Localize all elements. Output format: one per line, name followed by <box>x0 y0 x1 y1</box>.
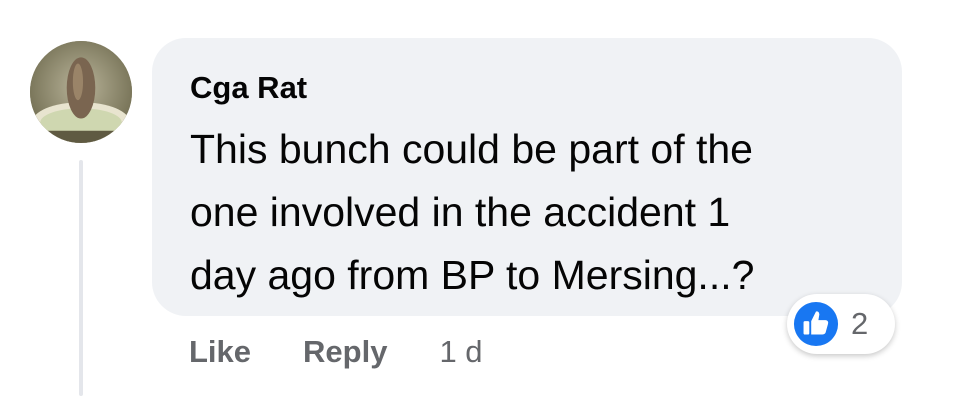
comment-text-line: one involved in the accident 1 <box>190 189 731 235</box>
comment-text-line: day ago from BP to Mersing...? <box>190 252 755 298</box>
reaction-summary[interactable]: 2 <box>787 294 895 354</box>
comment-actions: Like Reply 1 d <box>189 330 483 374</box>
thumbs-up-icon <box>793 301 839 347</box>
reaction-count: 2 <box>851 306 869 341</box>
like-button[interactable]: Like <box>189 330 251 374</box>
avatar[interactable] <box>30 41 132 143</box>
reply-button[interactable]: Reply <box>303 330 387 374</box>
comment-author[interactable]: Cga Rat <box>190 68 307 108</box>
avatar-image <box>30 41 132 143</box>
comment-bubble: Cga Rat This bunch could be part of the … <box>152 38 902 316</box>
comment-text-line: This bunch could be part of the <box>190 126 753 172</box>
comment-timestamp[interactable]: 1 d <box>439 330 482 374</box>
reply-thread-line <box>79 160 83 396</box>
comment-text: This bunch could be part of the one invo… <box>190 118 870 307</box>
